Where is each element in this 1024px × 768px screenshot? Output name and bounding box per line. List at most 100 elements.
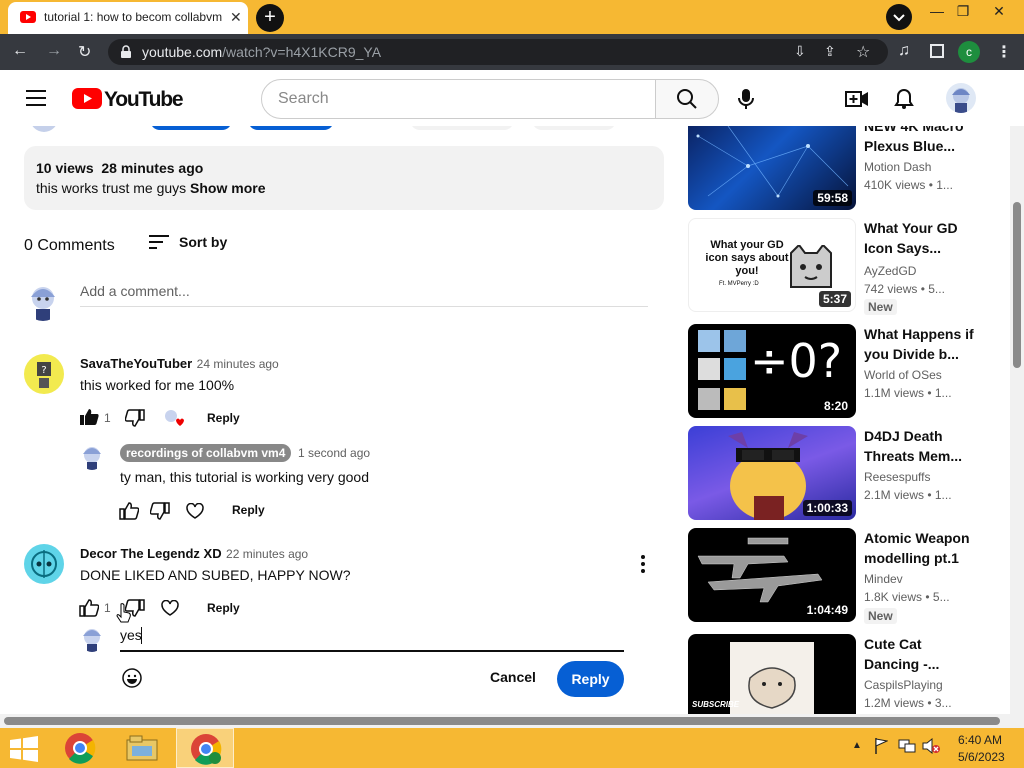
comment-avatar[interactable]: ?	[24, 354, 64, 394]
network-icon[interactable]	[898, 738, 916, 754]
notifications-bell-icon[interactable]	[894, 88, 914, 110]
reply-input[interactable]: yes	[120, 627, 142, 643]
video-thumbnail[interactable]: 1:04:49	[688, 528, 856, 622]
video-channel[interactable]: AyZedGD	[864, 264, 916, 278]
browser-tab[interactable]: tutorial 1: how to becom collabvm ✕	[8, 2, 248, 34]
sort-icon[interactable]	[149, 234, 169, 250]
video-title[interactable]: Cute Cat Dancing -...	[864, 634, 974, 674]
comment-time[interactable]: 22 minutes ago	[226, 547, 308, 561]
tab-search-button[interactable]	[886, 4, 912, 30]
bookmark-star-icon[interactable]: ☆	[856, 42, 870, 62]
video-channel[interactable]: CaspilsPlaying	[864, 678, 943, 692]
submit-reply-button[interactable]: Reply	[557, 661, 624, 697]
vertical-scrollbar[interactable]	[1010, 126, 1024, 714]
comment-time[interactable]: 24 minutes ago	[197, 357, 279, 371]
action-center-flag-icon[interactable]	[874, 738, 888, 754]
recommended-video[interactable]: 1:00:33 D4DJ Death Threats Mem... Reeses…	[688, 426, 1008, 520]
horizontal-scrollbar-thumb[interactable]	[4, 717, 1000, 725]
search-box[interactable]: Search	[261, 79, 656, 119]
recommended-video[interactable]: What your GD icon says about you! Ft. MV…	[688, 218, 1008, 315]
video-channel[interactable]: Reesespuffs	[864, 470, 931, 484]
close-window-button[interactable]: ✕	[982, 0, 1016, 24]
back-icon[interactable]: ←	[12, 42, 28, 60]
like-icon[interactable]	[119, 502, 139, 520]
comment-author[interactable]: Decor The Legendz XD	[80, 546, 222, 561]
cancel-button[interactable]: Cancel	[490, 669, 536, 685]
reply-button[interactable]: Reply	[207, 411, 240, 425]
video-title[interactable]: What Happens if you Divide b...	[864, 324, 974, 364]
description-box[interactable]: 10 views 28 minutes ago this works trust…	[24, 146, 664, 210]
recommended-video[interactable]: SUBSCRIBE Cute Cat Dancing -... CaspilsP…	[688, 634, 1008, 714]
partial-share-button[interactable]	[532, 126, 616, 130]
like-icon[interactable]	[79, 599, 99, 617]
video-thumbnail[interactable]: What your GD icon says about you! Ft. MV…	[688, 218, 856, 312]
comment-avatar[interactable]	[24, 544, 64, 584]
video-channel[interactable]: Motion Dash	[864, 160, 931, 174]
microphone-icon[interactable]	[738, 88, 754, 110]
install-icon[interactable]: ⇩	[794, 43, 806, 60]
clock-time[interactable]: 6:40 AM	[958, 733, 1002, 747]
horizontal-scrollbar[interactable]	[0, 714, 1024, 728]
video-title[interactable]: Atomic Weapon modelling pt.1	[864, 528, 974, 568]
show-more-link[interactable]: Show more	[190, 180, 265, 196]
chrome-taskbar-icon[interactable]	[64, 732, 96, 764]
video-channel[interactable]: World of OSes	[864, 368, 942, 382]
start-button-icon[interactable]	[10, 736, 38, 762]
vertical-scrollbar-thumb[interactable]	[1013, 202, 1021, 368]
video-channel[interactable]: Mindev	[864, 572, 903, 586]
like-filled-icon[interactable]	[79, 408, 99, 426]
menu-kebab-icon[interactable]: ⋮	[996, 42, 1012, 62]
recommended-video[interactable]: ÷0? 8:20 What Happens if you Divide b...…	[688, 324, 1008, 418]
video-title[interactable]: What Your GD Icon Says...	[864, 218, 974, 258]
search-button[interactable]	[655, 79, 719, 119]
volume-muted-icon[interactable]	[922, 738, 940, 754]
media-icon[interactable]: ♫	[898, 42, 910, 60]
heart-icon[interactable]	[186, 503, 204, 519]
side-panel-icon[interactable]	[930, 44, 944, 58]
share-icon[interactable]: ⇪	[824, 43, 836, 60]
comment-text: this worked for me 100%	[80, 377, 235, 393]
partial-like-button[interactable]	[410, 126, 514, 130]
restore-button[interactable]: ❐	[946, 0, 980, 24]
sort-by-button[interactable]: Sort by	[179, 234, 227, 250]
heart-icon[interactable]	[161, 600, 179, 616]
partial-join-button[interactable]	[248, 126, 334, 130]
clock-date[interactable]: 5/6/2023	[958, 750, 1005, 764]
reply-avatar[interactable]	[80, 444, 104, 470]
add-comment-input[interactable]: Add a comment...	[80, 283, 190, 299]
dislike-icon[interactable]	[150, 502, 170, 520]
reply-time[interactable]: 1 second ago	[298, 446, 370, 460]
video-thumbnail[interactable]: 59:58	[688, 126, 856, 210]
active-chrome-window[interactable]	[176, 728, 234, 768]
url-text[interactable]: youtube.com/watch?v=h4X1KCR9_YA	[142, 44, 381, 60]
video-title[interactable]: D4DJ Death Threats Mem...	[864, 426, 974, 466]
lock-icon[interactable]	[120, 45, 132, 59]
reply-button[interactable]: Reply	[207, 601, 240, 615]
comment-menu-icon[interactable]	[638, 554, 648, 574]
show-hidden-icons-icon[interactable]: ▲	[852, 740, 862, 751]
partial-subscribe-button[interactable]	[150, 126, 232, 130]
forward-icon[interactable]: →	[46, 42, 62, 60]
new-tab-button[interactable]: +	[256, 4, 284, 32]
video-title[interactable]: NEW 4K Macro Plexus Blue...	[864, 126, 974, 156]
dislike-icon[interactable]	[125, 409, 145, 427]
comment-author[interactable]: SavaTheYouTuber	[80, 356, 192, 371]
reply-button[interactable]: Reply	[232, 503, 265, 517]
recommended-video[interactable]: 1:04:49 Atomic Weapon modelling pt.1 Min…	[688, 528, 1008, 624]
address-bar[interactable]: youtube.com/watch?v=h4X1KCR9_YA ⇩ ⇪ ☆	[108, 39, 888, 65]
video-thumbnail[interactable]: SUBSCRIBE	[688, 634, 856, 714]
hamburger-menu-icon[interactable]	[26, 90, 46, 106]
profile-avatar[interactable]: c	[958, 41, 980, 63]
emoji-icon[interactable]	[121, 667, 143, 689]
search-input[interactable]: Search	[278, 90, 329, 108]
reload-icon[interactable]: ↻	[78, 42, 91, 62]
reply-author-chip[interactable]: recordings of collabvm vm4	[120, 444, 292, 462]
recommended-video[interactable]: 59:58 NEW 4K Macro Plexus Blue... Motion…	[688, 126, 1008, 210]
video-thumbnail[interactable]: ÷0? 8:20	[688, 324, 856, 418]
tab-close-icon[interactable]: ✕	[230, 9, 242, 26]
gd-cat-icon	[790, 245, 832, 288]
account-avatar[interactable]	[946, 83, 976, 113]
create-video-icon[interactable]	[845, 90, 869, 108]
file-explorer-icon[interactable]	[126, 734, 158, 762]
video-thumbnail[interactable]: 1:00:33	[688, 426, 856, 520]
